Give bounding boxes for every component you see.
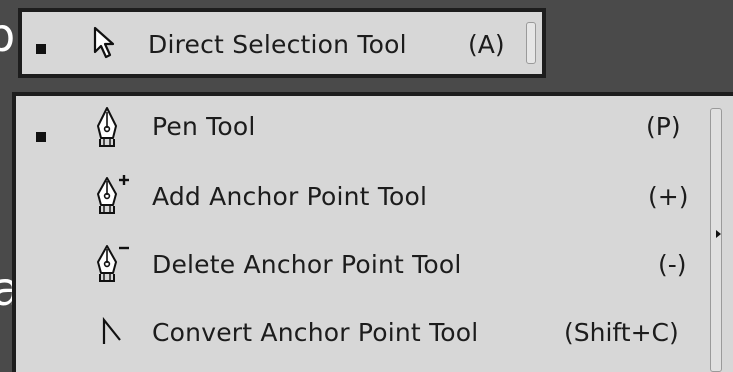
direct-selection-arrow-icon — [92, 26, 118, 64]
flyout-scrollbar[interactable] — [526, 22, 536, 64]
menu-item-label: Add Anchor Point Tool — [152, 182, 428, 211]
flyout-arrow-icon[interactable] — [716, 230, 721, 238]
active-tool-bullet — [36, 132, 46, 142]
menu-item-shortcut: (P) — [646, 112, 681, 141]
pen-tool-flyout: Pen Tool (P) Add Anchor Point Tool (+) D… — [12, 92, 733, 372]
pen-tool-icon — [92, 106, 122, 154]
menu-item-shortcut: (-) — [658, 250, 687, 279]
menu-item-add-anchor-point-tool[interactable]: Add Anchor Point Tool (+) — [16, 166, 733, 234]
menu-item-shortcut: (Shift+C) — [564, 318, 679, 347]
menu-item-shortcut: (A) — [468, 30, 505, 59]
menu-item-label: Convert Anchor Point Tool — [152, 318, 479, 347]
menu-item-convert-anchor-point-tool[interactable]: Convert Anchor Point Tool (Shift+C) — [16, 302, 733, 370]
menu-item-label: Direct Selection Tool — [148, 30, 407, 59]
active-tool-bullet — [36, 44, 46, 54]
selection-tool-flyout: Direct Selection Tool (A) — [18, 8, 546, 78]
menu-item-shortcut: (+) — [648, 182, 689, 211]
menu-item-label: Pen Tool — [152, 112, 256, 141]
menu-item-delete-anchor-point-tool[interactable]: Delete Anchor Point Tool (-) — [16, 234, 733, 302]
convert-anchor-point-icon — [100, 316, 124, 350]
add-anchor-point-icon — [92, 172, 138, 222]
menu-item-label: Delete Anchor Point Tool — [152, 250, 462, 279]
delete-anchor-point-icon — [92, 240, 138, 290]
background-letter-top: p — [0, 8, 16, 62]
menu-item-pen-tool[interactable]: Pen Tool (P) — [16, 98, 733, 166]
menu-item-direct-selection-tool[interactable]: Direct Selection Tool (A) — [22, 12, 542, 80]
flyout-scrollbar[interactable] — [710, 108, 722, 372]
